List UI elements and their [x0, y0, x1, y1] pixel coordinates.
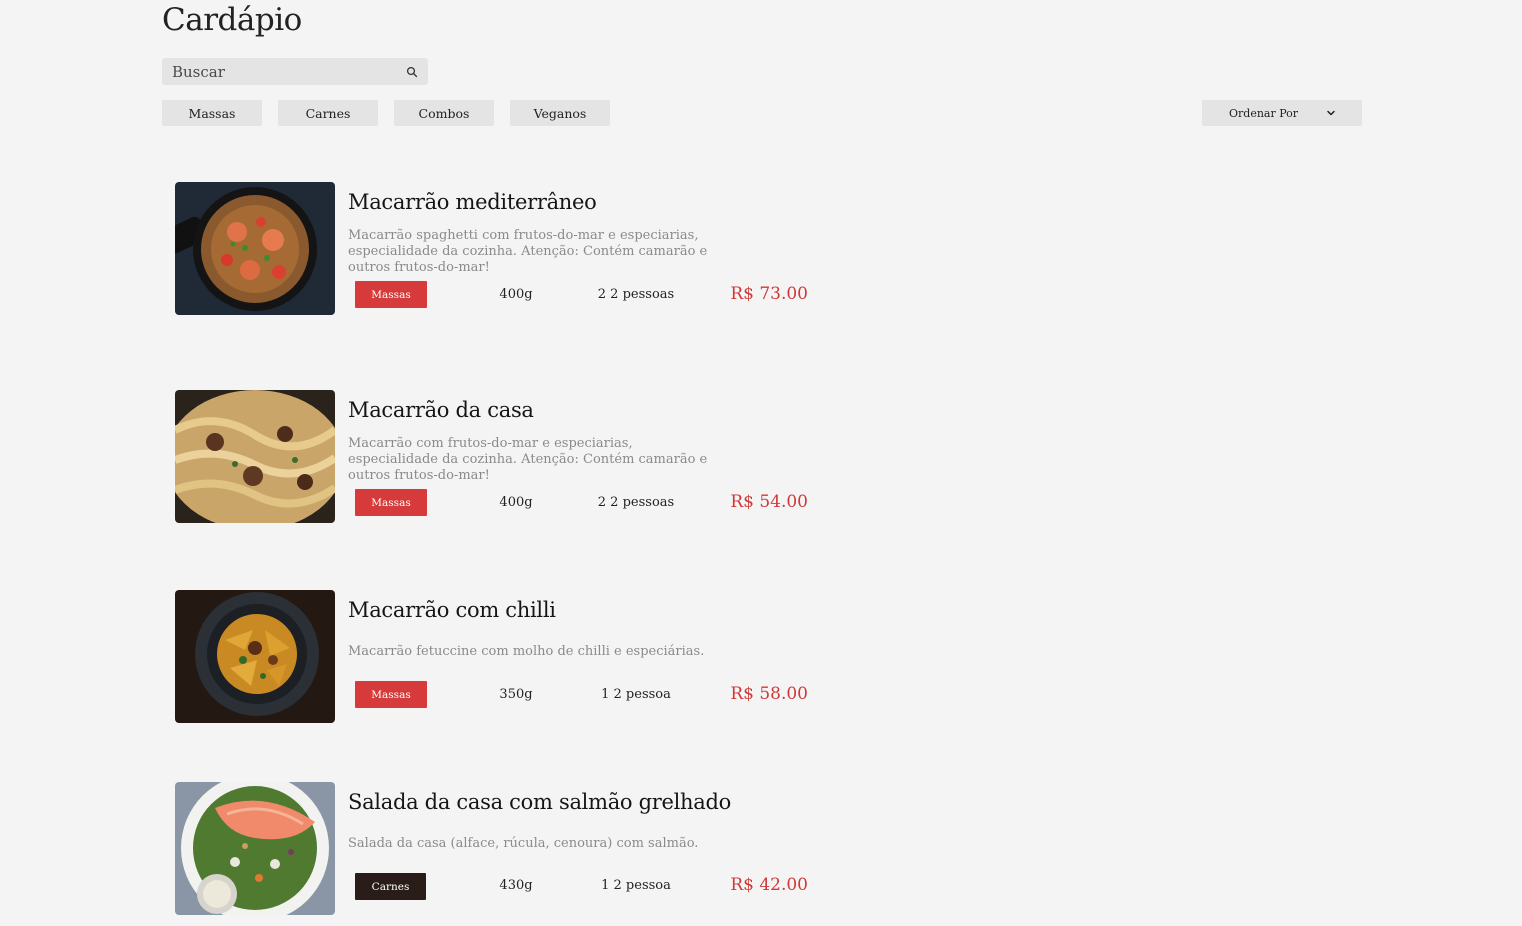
chevron-down-icon: [1326, 108, 1336, 118]
search-icon[interactable]: [406, 66, 418, 78]
search-box[interactable]: [162, 58, 428, 85]
category-badge: Massas: [355, 489, 427, 516]
dish-image: [175, 590, 335, 723]
dish-name: Macarrão com chilli: [348, 598, 556, 622]
dish-name: Macarrão da casa: [348, 398, 534, 422]
menu-item[interactable]: Salada da casa com salmão grelhado Salad…: [175, 782, 835, 916]
dish-price: R$ 58.00: [730, 684, 808, 704]
dish-serves: 1 2 pessoa: [601, 687, 671, 702]
search-input[interactable]: [172, 62, 406, 81]
dish-serves: 1 2 pessoa: [601, 878, 671, 893]
dish-description: Macarrão com frutos-do-mar e especiarias…: [348, 436, 708, 483]
dish-price: R$ 42.00: [730, 875, 808, 895]
menu-item[interactable]: Macarrão mediterrâneo Macarrão spaghetti…: [175, 182, 835, 316]
dish-name: Macarrão mediterrâneo: [348, 190, 597, 214]
dish-description: Macarrão spaghetti com frutos-do-mar e e…: [348, 228, 708, 275]
dish-price: R$ 54.00: [730, 492, 808, 512]
filter-massas-button[interactable]: Massas: [162, 100, 262, 126]
filter-carnes-button[interactable]: Carnes: [278, 100, 378, 126]
dish-serves: 2 2 pessoas: [597, 495, 675, 510]
category-badge: Massas: [355, 281, 427, 308]
category-filters: Massas Carnes Combos Veganos: [162, 100, 610, 126]
dish-serves: 2 2 pessoas: [597, 287, 675, 302]
dish-name: Salada da casa com salmão grelhado: [348, 790, 731, 814]
dish-weight: 400g: [499, 495, 533, 510]
filter-combos-button[interactable]: Combos: [394, 100, 494, 126]
dish-description: Macarrão fetuccine com molho de chilli e…: [348, 644, 705, 659]
dish-description: Salada da casa (alface, rúcula, cenoura)…: [348, 836, 699, 851]
dish-weight: 350g: [499, 687, 533, 702]
dish-image: [175, 782, 335, 915]
sort-dropdown[interactable]: Ordenar Por: [1202, 100, 1362, 126]
category-badge: Massas: [355, 681, 427, 708]
dish-price: R$ 73.00: [730, 284, 808, 304]
menu-item[interactable]: Macarrão da casa Macarrão com frutos-do-…: [175, 390, 835, 524]
menu-item[interactable]: Macarrão com chilli Macarrão fetuccine c…: [175, 590, 835, 724]
filter-veganos-button[interactable]: Veganos: [510, 100, 610, 126]
dish-weight: 400g: [499, 287, 533, 302]
dish-image: [175, 182, 335, 315]
page-title: Cardápio: [162, 2, 302, 38]
category-badge: Carnes: [355, 873, 426, 900]
dish-image: [175, 390, 335, 523]
menu-page: Cardápio Massas Carnes Combos Veganos Or…: [0, 0, 1522, 926]
dish-weight: 430g: [499, 878, 533, 893]
sort-label: Ordenar Por: [1229, 106, 1299, 120]
